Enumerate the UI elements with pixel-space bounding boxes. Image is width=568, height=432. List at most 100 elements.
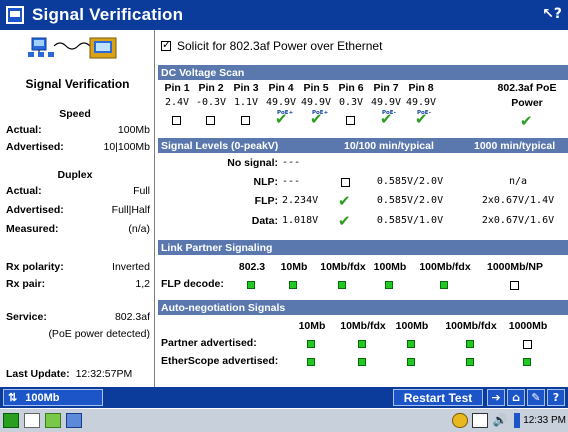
signal-row-value: --- bbox=[282, 157, 301, 168]
pin-header: Pin 1 bbox=[164, 82, 190, 94]
pin-status-box bbox=[241, 116, 250, 125]
autoneg-indicator bbox=[523, 340, 532, 349]
pin-voltage: 1.1V bbox=[233, 97, 259, 108]
speaker-icon[interactable]: 🔊 bbox=[492, 413, 508, 428]
command-bar: ⇅ 100Mb Restart Test ➔ ⌂ ✎ ? bbox=[0, 387, 568, 408]
section-signal-levels: Signal Levels (0-peakV) 10/100 min/typic… bbox=[158, 138, 568, 153]
speed-button-label: 100Mb bbox=[25, 391, 60, 404]
autoneg-indicator bbox=[307, 358, 315, 366]
signal-row-label: FLP: bbox=[254, 195, 278, 207]
pin-poe-label: PoE+ bbox=[277, 110, 294, 116]
link-diagram-icon bbox=[28, 37, 117, 59]
keyboard-icon[interactable] bbox=[24, 413, 40, 428]
window-switch-icon[interactable] bbox=[66, 413, 82, 428]
window-icon[interactable] bbox=[6, 6, 24, 24]
section-autoneg: Auto-negotiation Signals bbox=[158, 300, 568, 315]
autoneg-indicator bbox=[466, 358, 474, 366]
pin-status-box bbox=[346, 116, 355, 125]
last-update-row: Last Update: 12:32:57PM bbox=[6, 368, 133, 380]
autoneg-header: 100Mb/fdx bbox=[445, 320, 497, 332]
pin-voltage: 0.3V bbox=[338, 97, 364, 108]
autoneg-indicator bbox=[307, 340, 315, 348]
flp-decode-indicator bbox=[385, 281, 393, 289]
summary-panel: Signal Verification Speed Actual: 100Mb A… bbox=[0, 30, 155, 387]
autoneg-indicator bbox=[358, 358, 366, 366]
help-icon[interactable]: ? bbox=[547, 389, 565, 406]
pin-voltage: 49.9V bbox=[265, 97, 297, 108]
autoneg-indicator bbox=[466, 340, 474, 348]
solicit-label: Solicit for 802.3af Power over Ethernet bbox=[177, 39, 383, 53]
poe-power-header: 802.3af PoE bbox=[497, 82, 557, 94]
home-icon[interactable]: ⌂ bbox=[507, 389, 525, 406]
pin-poe-label: PoE- bbox=[382, 110, 396, 116]
autoneg-header: 10Mb/fdx bbox=[340, 320, 386, 332]
signal-range-10-100: 0.585V/1.0V bbox=[376, 215, 444, 226]
link-partner-header: 100Mb bbox=[373, 261, 407, 273]
signal-range-1000: 2x0.67V/1.4V bbox=[481, 195, 555, 206]
flp-decode-indicator bbox=[510, 281, 519, 290]
swap-arrows-icon: ⇅ bbox=[8, 392, 18, 404]
rx-polarity-row: Rx polarity: Inverted bbox=[6, 261, 150, 273]
speed-select-button[interactable]: ⇅ 100Mb bbox=[3, 389, 103, 406]
solicit-poe-checkbox[interactable]: Solicit for 802.3af Power over Ethernet bbox=[161, 38, 383, 53]
link-partner-header: 1000Mb/NP bbox=[486, 261, 544, 273]
speed-actual-row: Actual: 100Mb bbox=[6, 124, 150, 136]
autoneg-header: 1000Mb bbox=[508, 320, 548, 332]
link-partner-header: 10Mb/fdx bbox=[320, 261, 366, 273]
signal-strength-icon bbox=[514, 413, 520, 428]
duplex-heading: Duplex bbox=[57, 169, 93, 181]
pin-status-box bbox=[206, 116, 215, 125]
autoneg-header: 10Mb bbox=[298, 320, 326, 332]
autoneg-indicator bbox=[407, 340, 415, 348]
link-partner-header: 10Mb bbox=[280, 261, 308, 273]
signal-range-10-100: 0.585V/2.0V bbox=[376, 195, 444, 206]
link-partner-header: 100Mb/fdx bbox=[419, 261, 471, 273]
pin-poe-label: PoE- bbox=[417, 110, 431, 116]
pin-header: Pin 8 bbox=[408, 82, 434, 94]
detail-panel: Solicit for 802.3af Power over Ethernet … bbox=[158, 30, 568, 387]
pin-header: Pin 2 bbox=[198, 82, 224, 94]
title-bar: Signal Verification ↖? bbox=[0, 0, 568, 30]
speed-advertised-row: Advertised: 10|100Mb bbox=[6, 141, 150, 153]
signal-range-1000: 2x0.67V/1.6V bbox=[481, 215, 555, 226]
signal-row-value: 2.234V bbox=[282, 195, 319, 206]
pin-voltage: 49.9V bbox=[370, 97, 402, 108]
network-icon[interactable] bbox=[452, 413, 468, 428]
signal-row-value: --- bbox=[282, 176, 301, 187]
solicit-checkbox-box[interactable] bbox=[161, 38, 171, 51]
signal-row-label: Data: bbox=[251, 215, 278, 227]
duplex-advertised-row: Advertised: Full|Half bbox=[6, 204, 150, 216]
link-partner-header: 802.3 bbox=[238, 261, 266, 273]
autoneg-header: 100Mb bbox=[395, 320, 429, 332]
app-icon[interactable] bbox=[45, 413, 61, 428]
signal-check-icon: ✔ bbox=[338, 212, 351, 230]
signal-row-value: 1.018V bbox=[282, 215, 319, 226]
pin-voltage: 49.9V bbox=[300, 97, 332, 108]
duplex-measured-row: Measured: (n/a) bbox=[6, 223, 150, 235]
pin-status-box bbox=[172, 116, 181, 125]
signal-row-label: No signal: bbox=[227, 157, 278, 169]
poe-power-label: Power bbox=[511, 97, 543, 109]
pin-header: Pin 3 bbox=[233, 82, 259, 94]
flp-decode-indicator bbox=[289, 281, 297, 289]
service-row: Service: 802.3af bbox=[6, 311, 150, 323]
pin-header: Pin 7 bbox=[373, 82, 399, 94]
help-cursor-icon[interactable]: ↖? bbox=[542, 6, 562, 22]
navigate-arrow-icon[interactable]: ➔ bbox=[487, 389, 505, 406]
pin-voltage: -0.3V bbox=[195, 97, 227, 108]
service-note: (PoE power detected) bbox=[48, 328, 150, 340]
battery-icon[interactable] bbox=[472, 413, 488, 428]
tools-icon[interactable]: ✎ bbox=[527, 389, 545, 406]
rx-pair-row: Rx pair: 1,2 bbox=[6, 278, 150, 290]
pin-voltage: 2.4V bbox=[164, 97, 190, 108]
taskbar: 🔊 12:33 PM bbox=[0, 408, 568, 432]
panel-heading: Signal Verification bbox=[25, 77, 130, 91]
start-menu-icon[interactable] bbox=[3, 413, 19, 428]
flp-decode-indicator bbox=[338, 281, 346, 289]
pin-poe-label: PoE+ bbox=[312, 110, 329, 116]
restart-test-button[interactable]: Restart Test bbox=[393, 389, 483, 406]
taskbar-clock: 12:33 PM bbox=[523, 415, 566, 426]
autoneg-indicator bbox=[407, 358, 415, 366]
pin-voltage: 49.9V bbox=[405, 97, 437, 108]
flp-decode-indicator bbox=[247, 281, 255, 289]
